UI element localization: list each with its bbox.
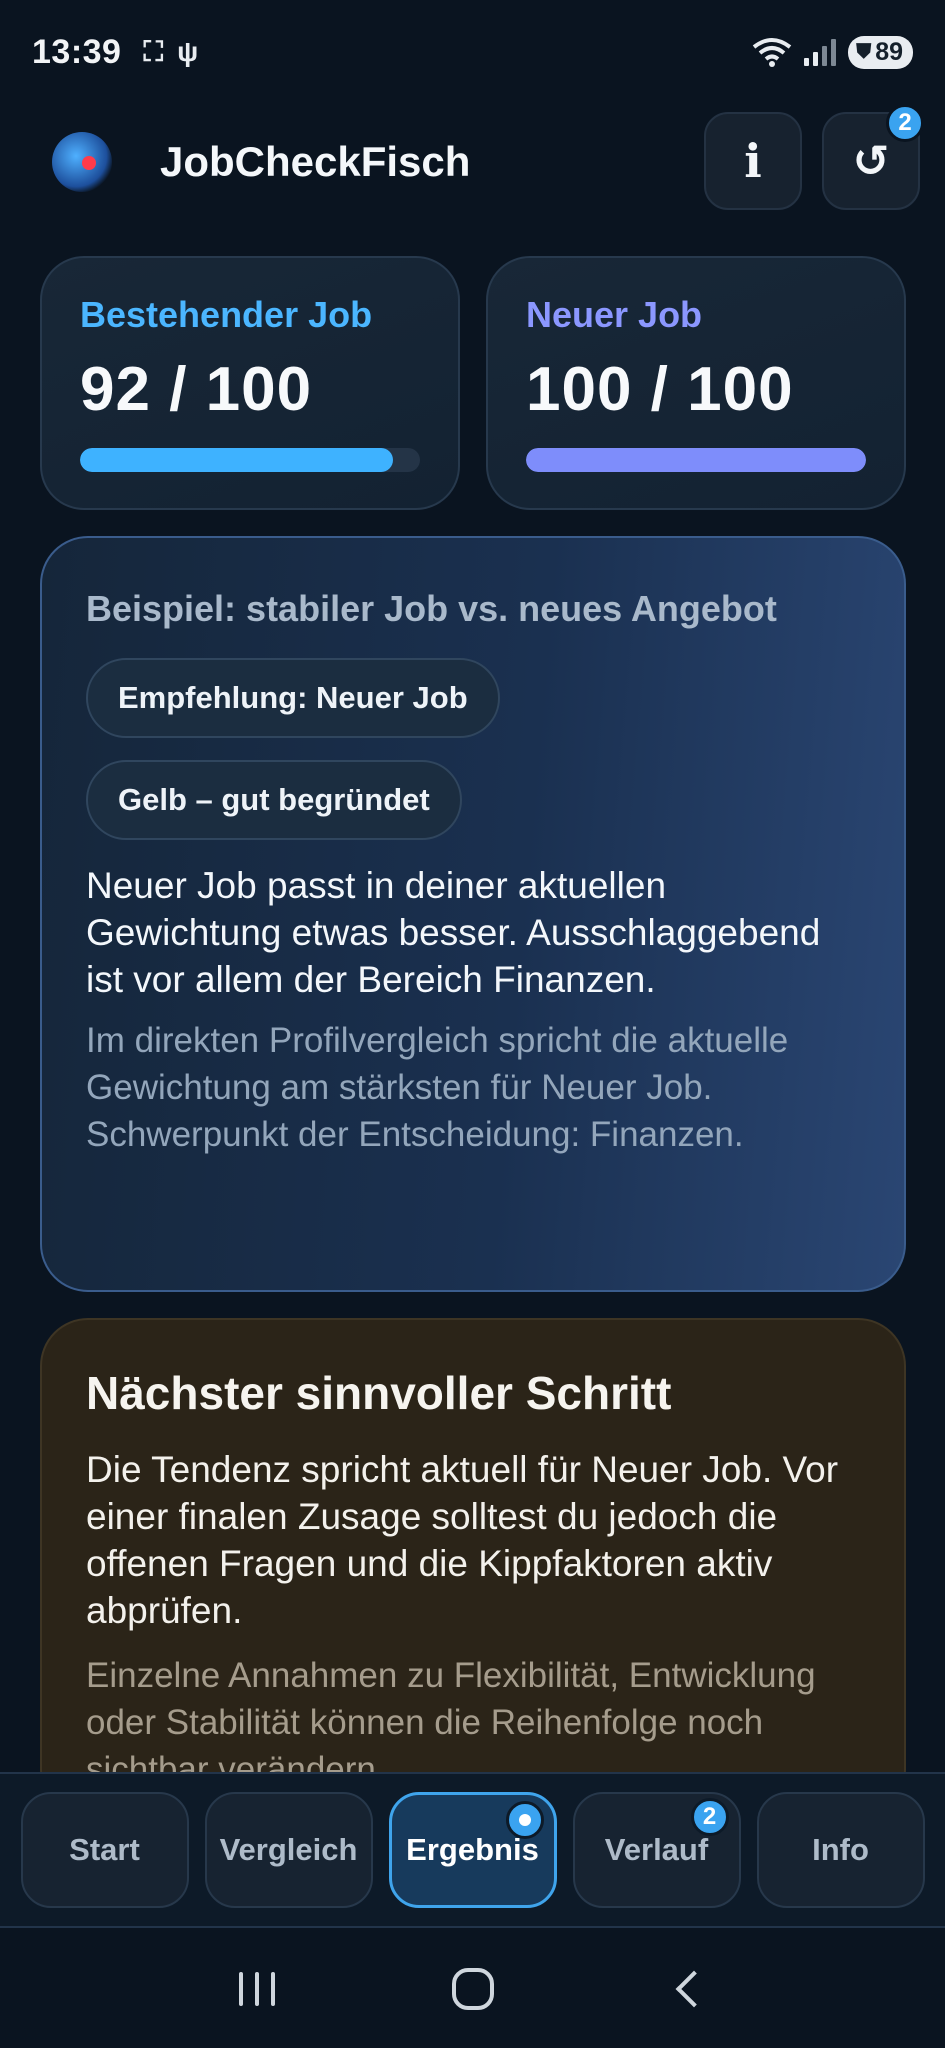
wifi-icon xyxy=(752,38,792,67)
nav-tab-vergleich[interactable]: Vergleich xyxy=(204,1792,373,1908)
verlauf-count-badge: 2 xyxy=(690,1798,729,1836)
nav-tab-label: Info xyxy=(812,1832,869,1867)
score-card-current-job: Bestehender Job 92 / 100 xyxy=(40,256,460,510)
bottom-nav: Start Vergleich Ergebnis Verlauf 2 Info xyxy=(0,1772,945,1928)
nav-tab-label: Verlauf xyxy=(604,1832,709,1867)
shield-icon: ⛊ xyxy=(856,40,872,63)
score-label: Neuer Job xyxy=(526,294,703,335)
nav-tab-ergebnis[interactable]: Ergebnis xyxy=(388,1792,557,1908)
recommendation-chip: Empfehlung: Neuer Job xyxy=(86,658,500,738)
info-icon: i xyxy=(744,134,762,188)
app-title: JobCheckFisch xyxy=(160,138,471,185)
battery-indicator: ⛊ 89 xyxy=(848,35,913,69)
result-card: Beispiel: stabiler Job vs. neues Angebot… xyxy=(40,536,906,1292)
nav-tab-label: Start xyxy=(69,1832,140,1867)
next-step-text: Die Tendenz spricht aktuell für Neuer Jo… xyxy=(86,1449,839,1631)
signal-icon xyxy=(804,38,837,66)
score-card-new-job: Neuer Job 100 / 100 xyxy=(486,256,906,510)
recents-button[interactable] xyxy=(238,1972,275,2006)
score-value: 92 / 100 xyxy=(80,355,313,424)
nav-tab-label: Vergleich xyxy=(219,1832,358,1867)
screenshot-icon: ⛶ xyxy=(143,35,164,67)
fish-logo-icon xyxy=(52,132,112,192)
status-bar: 13:39 ⛶ ψ ⛊ 89 xyxy=(0,0,945,104)
score-label: Bestehender Job xyxy=(80,294,373,335)
nav-tab-verlauf[interactable]: Verlauf 2 xyxy=(572,1792,741,1908)
scenario-subtitle: Beispiel: stabiler Job vs. neues Angebot xyxy=(86,588,777,629)
reset-icon: ↺ xyxy=(852,136,890,186)
next-step-title: Nächster sinnvoller Schritt xyxy=(86,1367,672,1419)
reset-button[interactable]: ↺ 2 xyxy=(822,104,924,210)
score-progress-bar xyxy=(526,448,866,472)
confidence-chip: Gelb – gut begründet xyxy=(86,760,462,840)
score-progress-bar xyxy=(80,448,420,472)
battery-level: 89 xyxy=(875,37,903,66)
score-progress-fill xyxy=(526,448,866,472)
back-button[interactable] xyxy=(675,1970,712,2008)
system-nav-bar xyxy=(0,1930,945,2048)
status-time: 13:39 xyxy=(32,32,122,71)
active-indicator-dot xyxy=(505,1801,544,1839)
nav-tab-start[interactable]: Start xyxy=(20,1792,189,1908)
usb-icon: ψ xyxy=(177,36,199,67)
reset-count-badge: 2 xyxy=(886,104,924,142)
app-header: JobCheckFisch i ↺ 2 xyxy=(40,104,924,212)
home-button[interactable] xyxy=(451,1968,494,2010)
info-button[interactable]: i xyxy=(704,112,802,210)
nav-tab-info[interactable]: Info xyxy=(756,1792,925,1908)
score-value: 100 / 100 xyxy=(526,355,794,424)
next-step-card: Nächster sinnvoller Schritt Die Tendenz … xyxy=(40,1318,906,1818)
result-detail: Im direkten Profilvergleich spricht die … xyxy=(86,1021,789,1154)
result-summary: Neuer Job passt in deiner aktuellen Gewi… xyxy=(86,865,821,1000)
score-progress-fill xyxy=(80,448,393,472)
